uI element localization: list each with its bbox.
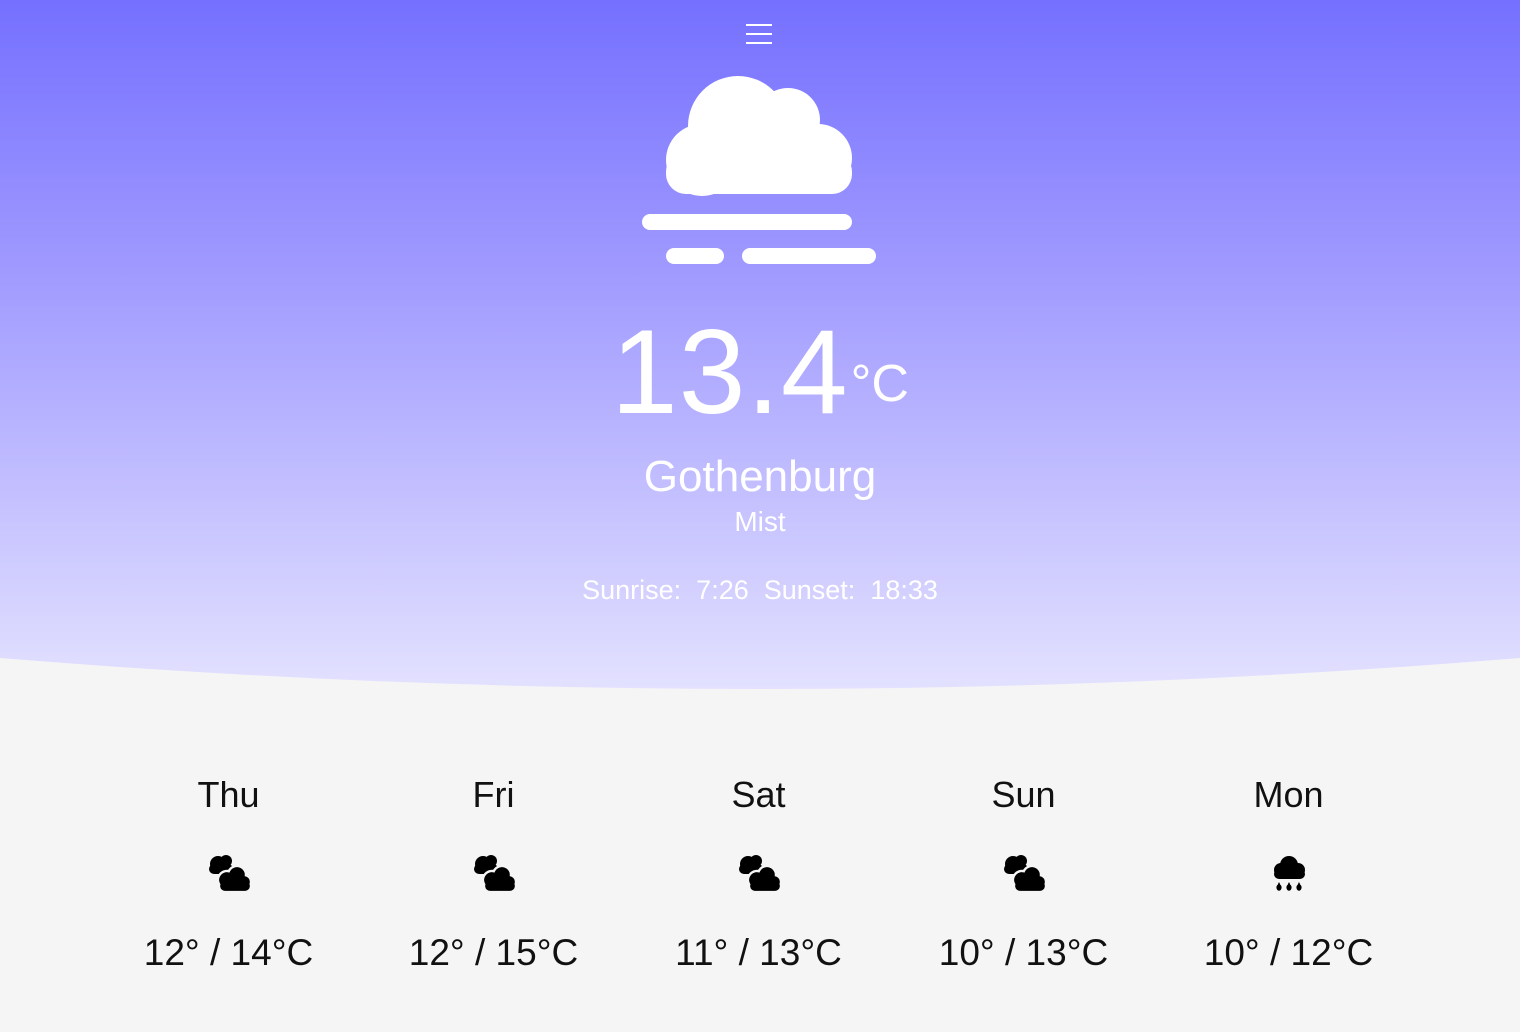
weather-condition: Mist (734, 506, 786, 537)
day-name: Thu (197, 774, 260, 815)
forecast-day: Sun 10° / 13°C (891, 770, 1156, 990)
day-name: Sun (991, 774, 1056, 815)
temperature-value: 13.4 (611, 305, 849, 439)
forecast-day: Mon 10° / 12°C (1156, 770, 1421, 990)
cloudy-icon (738, 855, 782, 894)
cloudy-icon (1003, 855, 1047, 894)
day-temperature-range: 10° / 12°C (1203, 932, 1374, 973)
hamburger-menu-icon[interactable] (744, 22, 774, 48)
forecast-day: Thu 12° / 14°C (96, 770, 361, 990)
sun-times: Sunrise: 7:26 Sunset: 18:33 (0, 575, 1520, 606)
cloudy-icon (473, 855, 517, 894)
day-temperature-range: 10° / 13°C (938, 932, 1109, 973)
forecast-day: Sat 11° / 13°C (626, 770, 891, 990)
cloudy-icon (208, 855, 252, 894)
rain-icon (1273, 856, 1305, 891)
forecast-list: Thu 12° / 14°C Fri 12° / 15°C Sat 11° / … (96, 770, 1424, 990)
hero-section: 13.4°C Gothenburg Mist Sunrise: 7:26 Sun… (0, 0, 1520, 690)
day-temperature-range: 12° / 15°C (408, 932, 579, 973)
day-name: Fri (472, 774, 515, 815)
forecast-day: Fri 12° / 15°C (361, 770, 626, 990)
mist-icon (642, 76, 876, 264)
city-name: Gothenburg (643, 452, 877, 501)
day-temperature-range: 12° / 14°C (143, 932, 314, 973)
sunset-label: Sunset: (763, 575, 856, 605)
day-name: Mon (1253, 774, 1324, 815)
sunset-time: 18:33 (870, 575, 938, 605)
sunrise-label: Sunrise: (582, 575, 682, 605)
day-temperature-range: 11° / 13°C (675, 932, 842, 973)
temperature-unit: °C (850, 355, 909, 413)
current-temperature: 13.4°C (0, 312, 1520, 432)
day-name: Sat (731, 774, 786, 815)
sunrise-time: 7:26 (696, 575, 749, 605)
